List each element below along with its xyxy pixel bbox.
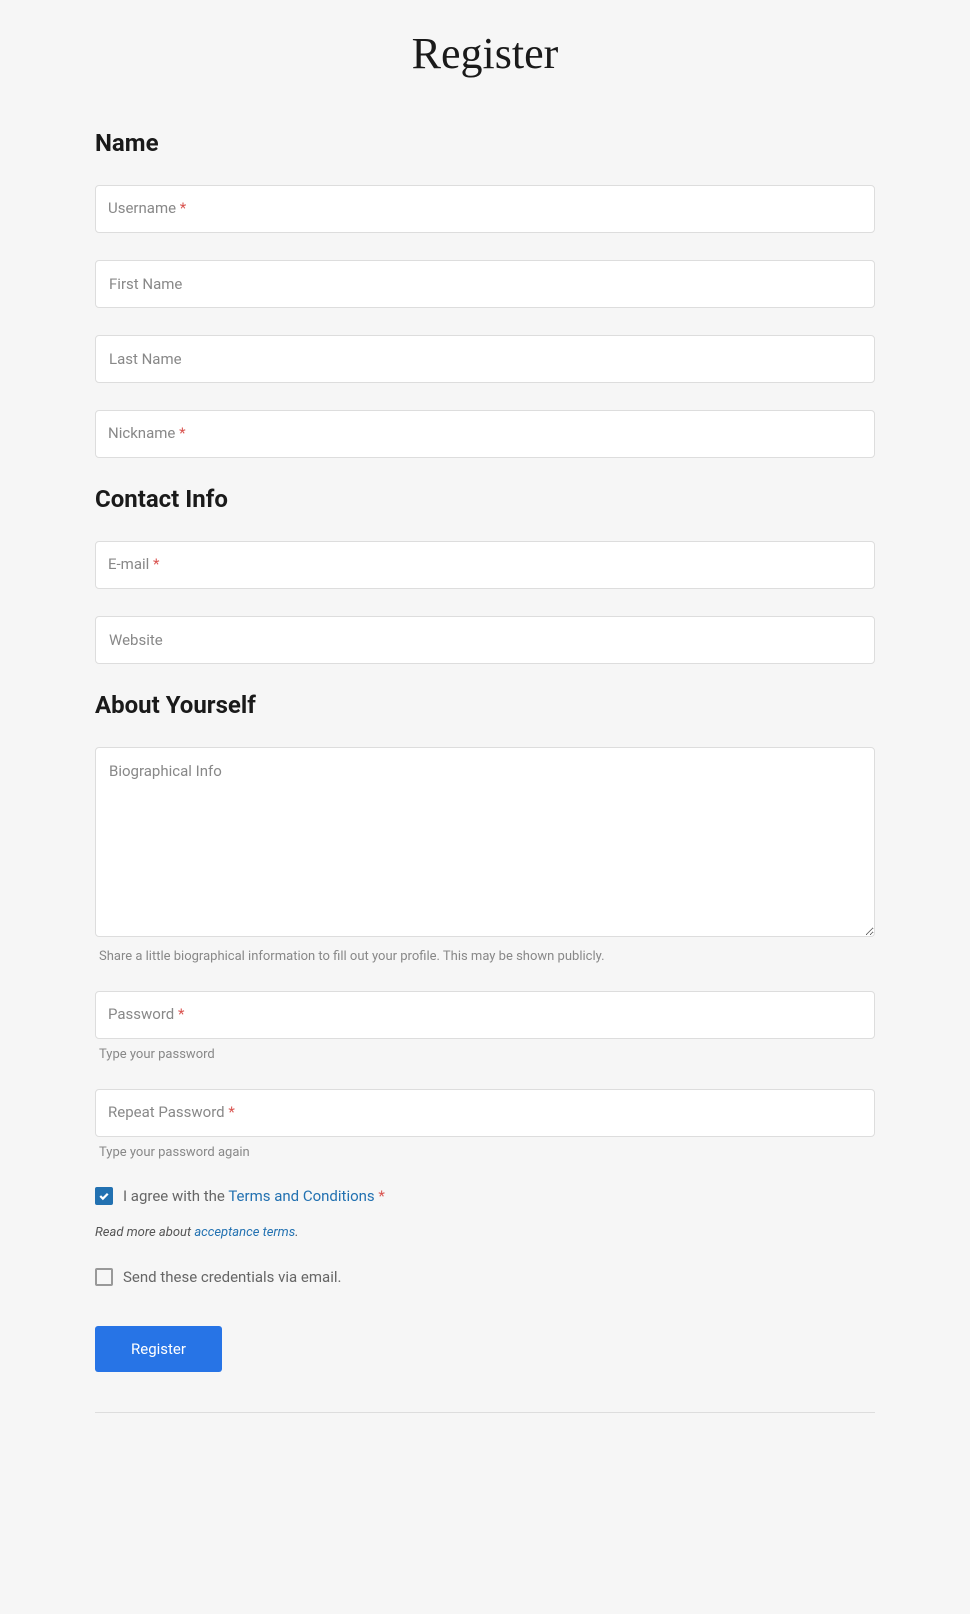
page-title: Register bbox=[95, 28, 875, 79]
terms-note: Read more about acceptance terms. bbox=[95, 1225, 875, 1240]
repeat-password-help-text: Type your password again bbox=[95, 1145, 875, 1160]
send-email-label: Send these credentials via email. bbox=[123, 1268, 341, 1286]
nickname-input[interactable] bbox=[95, 410, 875, 458]
terms-checkbox[interactable] bbox=[95, 1187, 113, 1205]
divider bbox=[95, 1412, 875, 1413]
website-input[interactable] bbox=[95, 616, 875, 664]
first-name-input[interactable] bbox=[95, 260, 875, 308]
password-input[interactable] bbox=[95, 991, 875, 1039]
check-icon bbox=[98, 1190, 110, 1202]
acceptance-terms-link[interactable]: acceptance terms bbox=[194, 1225, 295, 1240]
bio-textarea[interactable] bbox=[95, 747, 875, 937]
username-input[interactable] bbox=[95, 185, 875, 233]
last-name-input[interactable] bbox=[95, 335, 875, 383]
section-heading-contact: Contact Info bbox=[95, 485, 875, 513]
bio-help-text: Share a little biographical information … bbox=[95, 949, 875, 964]
email-input[interactable] bbox=[95, 541, 875, 589]
send-email-checkbox[interactable] bbox=[95, 1268, 113, 1286]
repeat-password-input[interactable] bbox=[95, 1089, 875, 1137]
terms-label: I agree with the Terms and Conditions * bbox=[123, 1187, 385, 1205]
section-heading-name: Name bbox=[95, 129, 875, 157]
password-help-text: Type your password bbox=[95, 1047, 875, 1062]
register-button[interactable]: Register bbox=[95, 1326, 222, 1372]
terms-link[interactable]: Terms and Conditions bbox=[228, 1187, 374, 1205]
section-heading-about: About Yourself bbox=[95, 691, 875, 719]
